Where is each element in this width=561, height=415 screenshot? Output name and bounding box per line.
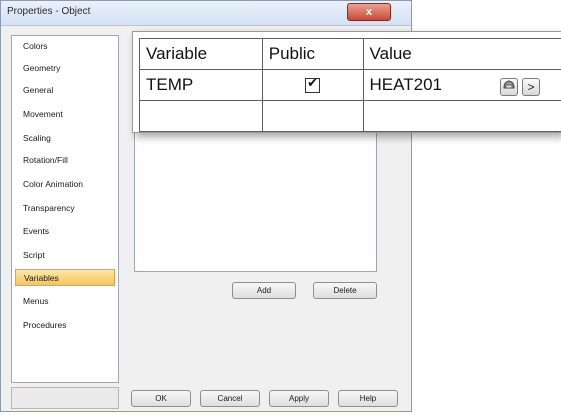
public-checkbox[interactable] <box>305 75 321 94</box>
column-header-public: Public <box>261 38 364 70</box>
tag-picker-icon <box>503 80 515 89</box>
delete-button[interactable]: Delete <box>313 282 377 299</box>
column-header-variable: Variable <box>139 38 263 70</box>
browse-button[interactable]: > <box>522 78 540 96</box>
cell-public <box>261 69 364 101</box>
sidebar-item-events[interactable]: Events <box>15 223 115 240</box>
sidebar-item-variables[interactable]: Variables <box>15 269 115 286</box>
sidebar-item-movement[interactable]: Movement <box>15 106 115 123</box>
title-bar[interactable]: Properties - Object x <box>1 1 411 26</box>
sidebar-item-transparency[interactable]: Transparency <box>15 200 115 217</box>
tag-picker-button[interactable] <box>500 78 518 96</box>
help-button[interactable]: Help <box>338 390 398 407</box>
cell-variable-empty[interactable] <box>139 100 263 132</box>
sidebar-item-scaling[interactable]: Scaling <box>15 130 115 147</box>
cell-public-empty[interactable] <box>261 100 364 132</box>
sidebar-item-general[interactable]: General <box>15 82 115 99</box>
sidebar-item-geometry[interactable]: Geometry <box>15 60 115 77</box>
close-button[interactable]: x <box>347 3 391 21</box>
cell-value-text: HEAT201 <box>369 75 442 94</box>
table-row[interactable]: TEMP HEAT201 <box>139 69 561 101</box>
sidebar-item-script[interactable]: Script <box>15 247 115 264</box>
table-row-empty[interactable] <box>139 100 561 132</box>
window-title: Properties - Object <box>7 6 91 17</box>
close-icon: x <box>365 6 373 18</box>
sidebar-item-menus[interactable]: Menus <box>15 293 115 310</box>
apply-button[interactable]: Apply <box>269 390 329 407</box>
ok-button[interactable]: OK <box>131 390 191 407</box>
category-list: Colors Geometry General Movement Scaling… <box>11 35 119 383</box>
cancel-button[interactable]: Cancel <box>200 390 260 407</box>
variables-table: Variable Public Value TEMP HEAT201 <box>139 38 561 132</box>
variables-list-area[interactable] <box>134 127 377 272</box>
variables-grid-zoom: Variable Public Value TEMP HEAT201 > <box>132 31 561 133</box>
footer-panel <box>11 387 119 409</box>
cell-variable[interactable]: TEMP <box>139 69 263 101</box>
sidebar-item-rotation-fill[interactable]: Rotation/Fill <box>15 152 115 169</box>
sidebar-item-procedures[interactable]: Procedures <box>15 317 115 334</box>
sidebar-item-colors[interactable]: Colors <box>15 38 115 55</box>
cell-value-empty[interactable] <box>362 100 561 132</box>
sidebar-item-color-animation[interactable]: Color Animation <box>15 176 115 193</box>
add-button[interactable]: Add <box>232 282 296 299</box>
table-header-row: Variable Public Value <box>139 38 561 70</box>
column-header-value: Value <box>362 38 561 70</box>
